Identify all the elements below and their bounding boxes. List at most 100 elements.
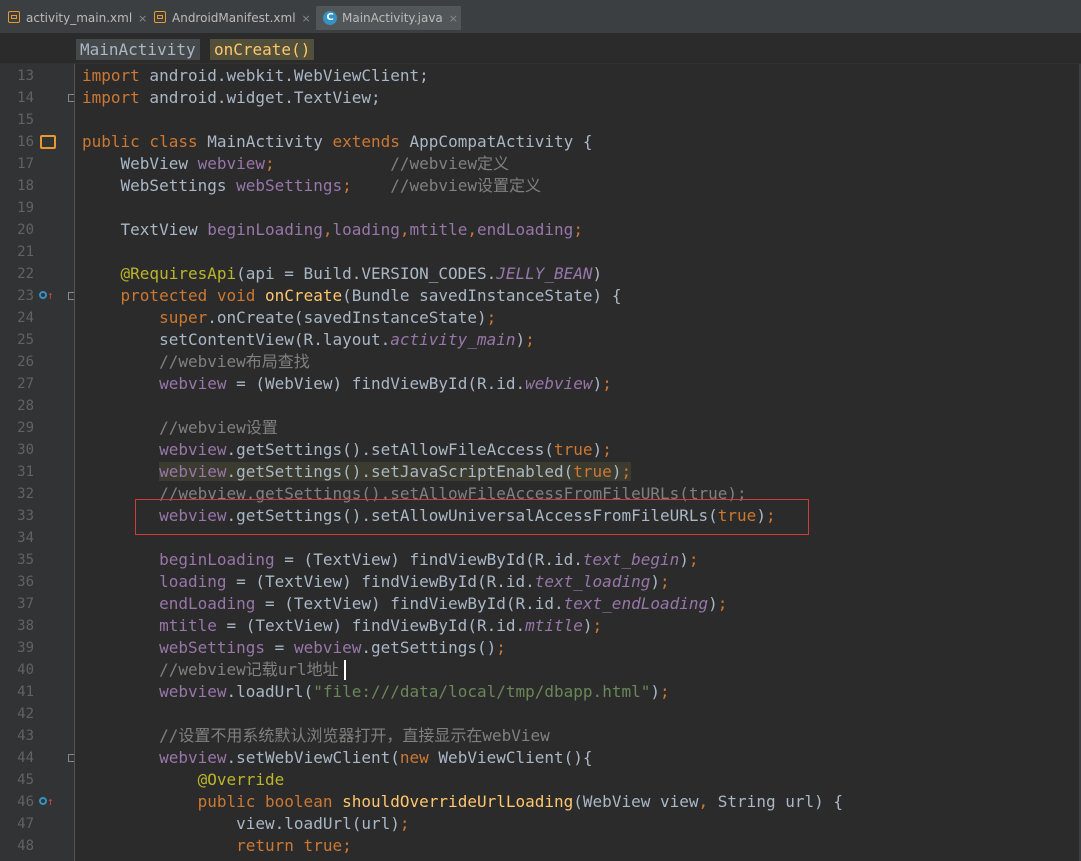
code-token: loading	[159, 572, 227, 591]
code-token: ;	[486, 308, 497, 327]
code-token: mtitle	[159, 616, 217, 635]
code-token: ;	[717, 594, 728, 613]
code-line[interactable]: mtitle = (TextView) findViewById(R.id.mt…	[82, 615, 602, 637]
line-number: 30	[17, 442, 34, 458]
code-line[interactable]: //webview设置	[82, 417, 278, 439]
code-token: ;	[602, 374, 612, 393]
line-number: 31	[17, 464, 34, 480]
code-token: beginLoading	[207, 220, 323, 239]
breadcrumb: MainActivity onCreate()	[0, 34, 1081, 64]
code-token: = (TextView) findViewById(R.id.	[274, 550, 583, 569]
code-line[interactable]: TextView beginLoading,loading,mtitle,end…	[82, 219, 583, 241]
code-line[interactable]: WebSettings webSettings; //webview设置定义	[82, 175, 541, 197]
line-number: 46	[17, 794, 34, 810]
code-token: )	[611, 462, 622, 481]
code-token: = (WebView) findViewById(R.id.	[226, 374, 526, 393]
code-token: setContentView(R.layout.	[82, 330, 391, 349]
code-token: text_begin	[582, 550, 680, 569]
line-number: 47	[17, 816, 34, 832]
code-line[interactable]: endLoading = (TextView) findViewById(R.i…	[82, 593, 727, 615]
code-token: ;	[573, 220, 583, 239]
line-number: 43	[17, 728, 34, 744]
line-number: 21	[17, 244, 34, 260]
code-token: @Override	[197, 770, 285, 789]
override-method-icon[interactable]: ↑	[39, 796, 55, 808]
code-token: ;	[660, 682, 670, 701]
code-line[interactable]: protected void onCreate(Bundle savedInst…	[82, 285, 622, 307]
code-token: )	[582, 616, 593, 635]
code-token: webview	[159, 374, 227, 393]
code-token: = (TextView) findViewById(R.id.	[226, 572, 535, 591]
line-number: 14	[17, 90, 34, 106]
code-line[interactable]: //设置不用系统默认浏览器打开，直接显示在webView	[82, 725, 550, 747]
code-line[interactable]: beginLoading = (TextView) findViewById(R…	[82, 549, 699, 571]
code-line[interactable]: import android.widget.TextView;	[82, 87, 381, 109]
code-token: .setWebViewClient(	[226, 748, 400, 767]
code-token: import	[82, 66, 140, 85]
code-token: true	[573, 462, 612, 481]
close-icon[interactable]: ×	[302, 12, 311, 25]
code-line[interactable]: setContentView(R.layout.activity_main);	[82, 329, 535, 351]
close-icon[interactable]: ×	[449, 12, 458, 25]
code-line[interactable]: import android.webkit.WebViewClient;	[82, 65, 429, 87]
code-line[interactable]: return true;	[82, 835, 352, 857]
code-token: "file:///data/local/tmp/dbapp.html"	[313, 682, 651, 701]
line-number: 24	[17, 310, 34, 326]
code-token: android.widget.TextView;	[139, 88, 381, 107]
code-token: return true;	[236, 836, 352, 855]
layout-file-icon	[8, 11, 20, 23]
code-token: webSettings	[159, 638, 266, 657]
code-line[interactable]: public class MainActivity extends AppCom…	[82, 131, 593, 153]
line-number: 26	[17, 354, 34, 370]
breadcrumb-method[interactable]: onCreate()	[210, 39, 315, 60]
code-token: super	[159, 308, 208, 327]
line-number: 22	[17, 266, 34, 282]
tab-mainactivity-java[interactable]: C MainActivity.java ×	[316, 6, 461, 30]
code-token: )	[650, 682, 660, 701]
code-line[interactable]: //webview布局查找	[82, 351, 310, 373]
code-token: //webview布局查找	[82, 352, 310, 371]
breadcrumb-class[interactable]: MainActivity	[76, 39, 200, 60]
code-token: ,	[698, 792, 718, 811]
code-line[interactable]: webview.setWebViewClient(new WebViewClie…	[82, 747, 592, 769]
code-line[interactable]: super.onCreate(savedInstanceState);	[82, 307, 496, 329]
code-line[interactable]: loading = (TextView) findViewById(R.id.t…	[82, 571, 670, 593]
tab-androidmanifest-xml[interactable]: AndroidManifest.xml ×	[146, 6, 314, 30]
tab-activity-main-xml[interactable]: activity_main.xml ×	[0, 6, 147, 30]
line-number: 16	[17, 134, 34, 150]
code-token: = (TextView) findViewById(R.id.	[255, 594, 564, 613]
override-method-icon[interactable]: ↑	[39, 290, 55, 302]
line-number: 37	[17, 596, 34, 612]
code-line[interactable]: //webview记载url地址	[82, 659, 339, 681]
code-line[interactable]: WebView webview; //webview定义	[82, 153, 509, 175]
code-token: ,	[399, 220, 410, 239]
code-line[interactable]: webview.getSettings().setAllowFileAccess…	[82, 439, 612, 461]
code-line[interactable]: public boolean shouldOverrideUrlLoading(…	[82, 791, 843, 813]
code-line[interactable]: webview = (WebView) findViewById(R.id.we…	[82, 373, 612, 395]
android-activity-icon[interactable]	[40, 135, 56, 149]
code-editor[interactable]: import android.webkit.WebViewClient; impo…	[74, 64, 1081, 861]
code-token: endLoading	[476, 220, 574, 239]
code-token: view.loadUrl(url)	[82, 814, 400, 833]
tab-label: activity_main.xml	[26, 11, 133, 25]
code-line[interactable]: @RequiresApi(api = Build.VERSION_CODES.J…	[82, 263, 603, 285]
code-line[interactable]: view.loadUrl(url);	[82, 813, 409, 835]
code-token: MainActivity	[207, 132, 333, 151]
code-token: loading	[332, 220, 400, 239]
line-number-gutter[interactable]: 13 14 15 16 17 18 19 20 21 22 23 ↑ 24 25 26 27 28 29 30 31 3…	[0, 64, 76, 861]
code-token: ;	[688, 550, 699, 569]
tab-label: AndroidManifest.xml	[172, 11, 296, 25]
code-token: new	[399, 748, 439, 767]
code-token: webview	[159, 748, 227, 767]
code-line[interactable]: webview.getSettings().setJavaScriptEnabl…	[82, 461, 632, 483]
line-number: 39	[17, 640, 34, 656]
code-line[interactable]: @Override	[82, 769, 285, 791]
line-number: 45	[17, 772, 34, 788]
code-token: (WebView view	[573, 792, 699, 811]
code-token: mtitle	[409, 220, 468, 239]
code-line[interactable]: webview.loadUrl("file:///data/local/tmp/…	[82, 681, 670, 703]
code-line[interactable]: webSettings = webview.getSettings();	[82, 637, 506, 659]
code-token: public boolean	[197, 792, 343, 811]
